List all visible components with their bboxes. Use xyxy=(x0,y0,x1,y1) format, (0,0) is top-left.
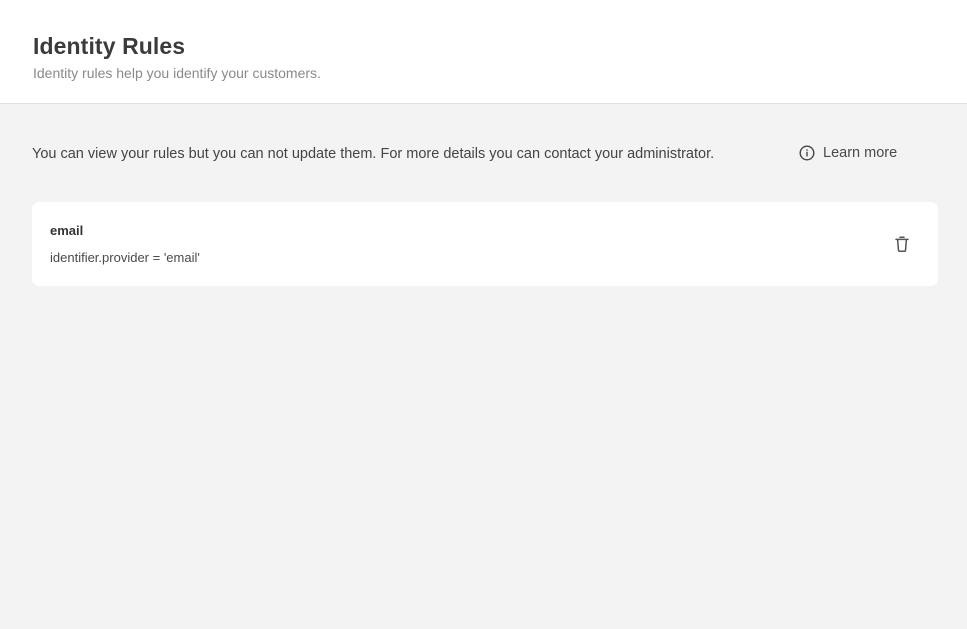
delete-rule-button[interactable] xyxy=(890,235,914,257)
rule-expression: identifier.provider = 'email' xyxy=(50,250,200,265)
rule-name: email xyxy=(50,223,84,238)
page-header: Identity Rules Identity rules help you i… xyxy=(0,0,967,104)
learn-more-label: Learn more xyxy=(823,145,898,161)
learn-more-link[interactable]: Learn more xyxy=(799,145,897,161)
rule-card: email identifier.provider = 'email' xyxy=(32,202,938,286)
info-circle-icon xyxy=(799,145,815,161)
read-only-notice: You can view your rules but you can not … xyxy=(32,146,715,162)
page-subtitle: Identity rules help you identify your cu… xyxy=(33,65,321,81)
page-title: Identity Rules xyxy=(33,33,186,59)
trash-icon xyxy=(894,235,910,258)
